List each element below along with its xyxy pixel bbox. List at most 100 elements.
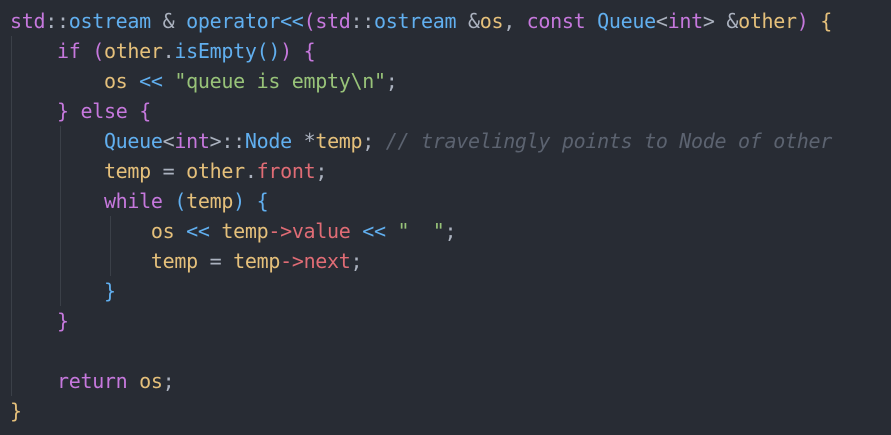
code-token: -> bbox=[280, 249, 304, 273]
code-token: other bbox=[103, 39, 163, 63]
code-token: & bbox=[150, 9, 187, 33]
code-token: ( bbox=[303, 9, 316, 33]
code-token: { bbox=[303, 39, 316, 63]
code-token: temp bbox=[186, 189, 234, 213]
code-token: :: bbox=[45, 9, 69, 33]
code-token: value bbox=[291, 219, 351, 243]
code-token: temp bbox=[150, 249, 198, 273]
code-line: temp = other.front; bbox=[10, 156, 327, 186]
code-token: } bbox=[56, 309, 69, 333]
code-token: return bbox=[56, 369, 128, 393]
code-token: std bbox=[10, 9, 46, 33]
code-token: temp bbox=[103, 159, 151, 183]
code-token: std bbox=[315, 9, 351, 33]
code-token: os bbox=[479, 9, 504, 33]
code-token: os bbox=[103, 69, 128, 93]
code-line: } bbox=[10, 306, 69, 336]
code-line: } else { bbox=[10, 96, 151, 126]
code-line: temp = temp->next; bbox=[10, 246, 363, 276]
code-token: << bbox=[174, 219, 222, 243]
code-token: } bbox=[10, 399, 22, 423]
code-line: os << temp->value << " "; bbox=[10, 216, 457, 246]
code-token: > & bbox=[702, 9, 739, 33]
code-token: operator<< bbox=[186, 9, 304, 33]
code-token: int bbox=[667, 9, 704, 33]
code-token: << bbox=[350, 219, 398, 243]
code-token: other bbox=[738, 9, 797, 33]
code-line: Queue<int>::Node *temp; // travelingly p… bbox=[10, 126, 832, 156]
code-token: temp bbox=[221, 219, 269, 243]
code-line: os << "queue is empty\n"; bbox=[10, 66, 398, 96]
code-token: int bbox=[174, 129, 210, 153]
code-token: Queue bbox=[597, 9, 656, 33]
code-token: Node bbox=[244, 129, 292, 153]
code-token: if bbox=[56, 39, 81, 63]
code-line: std::ostream & operator<<(std::ostream &… bbox=[10, 6, 832, 36]
code-token: ; bbox=[162, 369, 175, 393]
code-token: ; bbox=[385, 69, 398, 93]
code-token: ; bbox=[362, 129, 386, 153]
code-token: other bbox=[186, 159, 245, 183]
code-token: front bbox=[256, 159, 316, 183]
code-token: ; bbox=[350, 249, 363, 273]
code-token: ) bbox=[233, 189, 245, 213]
code-token: * bbox=[291, 129, 316, 153]
code-token: << bbox=[127, 69, 175, 93]
code-token: } bbox=[56, 99, 69, 123]
code-token: ostream bbox=[68, 9, 151, 33]
code-token: >:: bbox=[209, 129, 246, 153]
code-token: -> bbox=[268, 219, 292, 243]
code-token: temp bbox=[233, 249, 281, 273]
code-token: = bbox=[197, 249, 234, 273]
code-token: next bbox=[303, 249, 351, 273]
code-editor[interactable]: std::ostream & operator<<(std::ostream &… bbox=[0, 0, 891, 435]
code-token: { bbox=[139, 99, 151, 123]
code-token: . bbox=[162, 39, 175, 63]
code-token: = bbox=[150, 159, 187, 183]
code-token: " " bbox=[397, 219, 445, 243]
code-token: ( bbox=[174, 189, 187, 213]
code-token: } bbox=[103, 279, 116, 303]
code-token: else bbox=[80, 99, 128, 123]
code-token: os bbox=[139, 369, 163, 393]
code-token: , bbox=[503, 9, 527, 33]
code-line: if (other.isEmpty()) { bbox=[10, 36, 316, 66]
code-token: Queue bbox=[103, 129, 163, 153]
code-token: . bbox=[244, 159, 257, 183]
code-token: { bbox=[256, 189, 269, 213]
code-token: const bbox=[526, 9, 586, 33]
code-token: // travelingly points to Node of other bbox=[385, 129, 832, 153]
code-token: :: bbox=[350, 9, 375, 33]
code-token: < bbox=[162, 129, 175, 153]
code-token: ostream bbox=[374, 9, 457, 33]
code-token: "queue is empty\n" bbox=[174, 69, 386, 93]
code-token: < bbox=[655, 9, 668, 33]
code-line: return os; bbox=[10, 366, 175, 396]
code-token: & bbox=[456, 9, 480, 33]
code-token: ) bbox=[280, 39, 292, 63]
code-token: isEmpty bbox=[174, 39, 257, 63]
code-line: while (temp) { bbox=[10, 186, 269, 216]
code-token: { bbox=[820, 9, 833, 33]
code-line: } bbox=[10, 396, 22, 426]
code-token: ; bbox=[315, 159, 328, 183]
code-token: ; bbox=[444, 219, 457, 243]
code-token: os bbox=[150, 219, 175, 243]
